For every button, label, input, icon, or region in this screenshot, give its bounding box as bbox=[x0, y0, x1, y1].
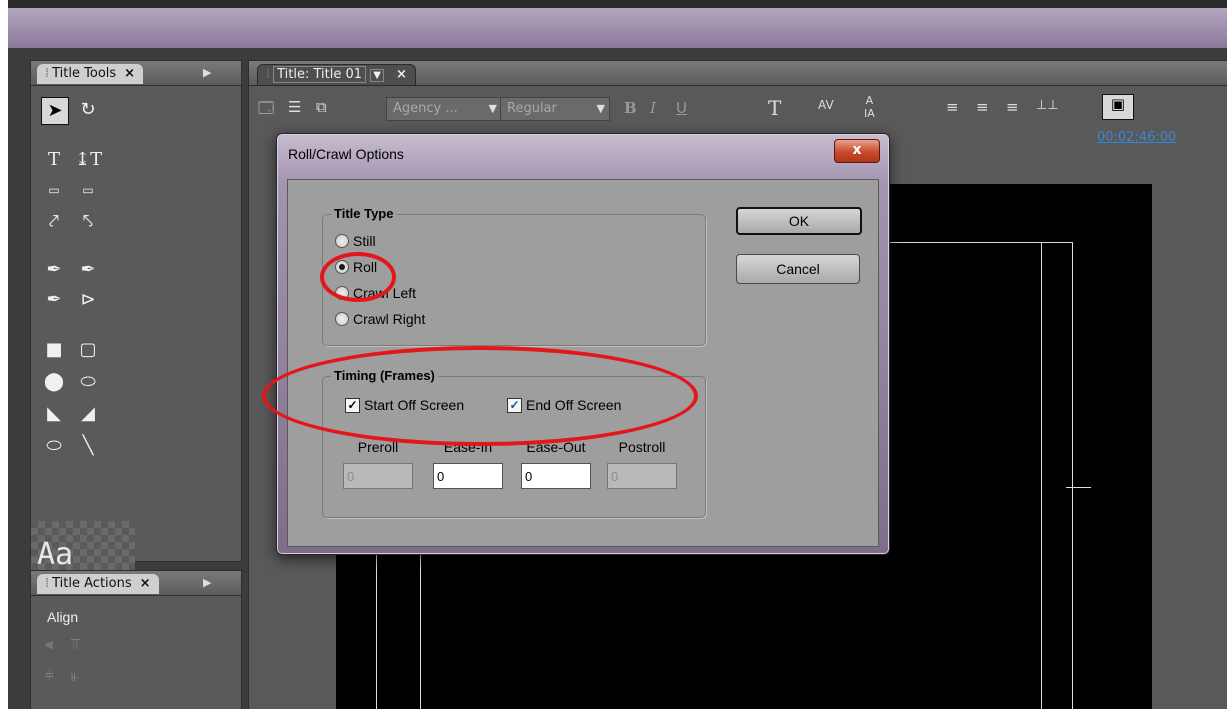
timecode-display[interactable]: 00:02:46:00 bbox=[1097, 130, 1176, 145]
close-icon[interactable]: × bbox=[124, 66, 135, 81]
wedge-tool-icon[interactable]: ◣ bbox=[41, 401, 67, 427]
type-tool-icon[interactable]: T bbox=[41, 147, 67, 173]
postroll-label: Postroll bbox=[618, 439, 666, 455]
font-family-dropdown[interactable]: Agency ... ▼ bbox=[386, 97, 502, 121]
align-right-text-icon[interactable]: ≡ bbox=[1006, 98, 1019, 116]
vertical-type-tool-icon[interactable]: ↨T bbox=[75, 147, 102, 173]
radio-still[interactable]: Still bbox=[335, 231, 376, 251]
panel-menu-icon[interactable]: ▶ bbox=[203, 576, 211, 589]
selection-tool-icon[interactable]: ➤ bbox=[41, 97, 69, 125]
rotation-tool-icon[interactable]: ↻ bbox=[75, 97, 101, 123]
arc-tool-icon[interactable]: ◢ bbox=[75, 401, 101, 427]
align-center-h-icon[interactable]: ⫩ bbox=[45, 667, 54, 685]
align-top-icon[interactable]: ⫪ bbox=[71, 635, 79, 653]
italic-icon[interactable]: I bbox=[650, 99, 656, 117]
chevron-down-icon: ▼ bbox=[488, 102, 497, 115]
rounded-corner-tool-icon[interactable]: ⬭ bbox=[75, 369, 101, 395]
radio-crawl-right[interactable]: Crawl Right bbox=[335, 309, 425, 329]
roll-crawl-options-icon[interactable]: ☰ bbox=[288, 98, 301, 116]
aa-preview-text: Aa bbox=[37, 537, 74, 572]
clipped-corner-tool-icon[interactable]: ⬤ bbox=[41, 369, 67, 395]
center-tick bbox=[1066, 487, 1091, 488]
vertical-area-type-tool-icon[interactable]: ▭ bbox=[75, 177, 101, 203]
font-style-value: Regular bbox=[507, 101, 557, 116]
tab-title-label: Title: Title 01 bbox=[273, 66, 367, 83]
close-button[interactable]: x bbox=[834, 139, 880, 163]
roll-crawl-options-dialog: Roll/Crawl Options x Title Type Still Ro… bbox=[276, 133, 890, 555]
align-center-v-icon[interactable]: ⫦ bbox=[71, 667, 79, 685]
font-size-icon[interactable]: T bbox=[768, 96, 781, 120]
radio-crawl-right-label: Crawl Right bbox=[353, 311, 426, 327]
show-background-video-icon[interactable]: ▣ bbox=[1102, 94, 1134, 120]
leading-icon[interactable]: A IA bbox=[864, 94, 875, 120]
align-label: Align bbox=[47, 609, 79, 625]
title-actions-panel: ⁞ Title Actions × ▶ Align ⫷ ⫪ ⫩ ⫦ bbox=[30, 570, 242, 709]
cancel-button[interactable]: Cancel bbox=[736, 254, 860, 284]
title-tools-tabbar: ⁞ Title Tools × ▶ bbox=[31, 61, 241, 86]
ellipse-tool-icon[interactable]: ⬭ bbox=[41, 433, 67, 459]
area-type-tool-icon[interactable]: ▭ bbox=[41, 177, 67, 203]
tab-stops-icon[interactable]: ⊥⊥ bbox=[1036, 98, 1059, 113]
radio-button[interactable] bbox=[335, 312, 349, 326]
radio-still-label: Still bbox=[353, 233, 376, 249]
add-anchor-tool-icon[interactable]: ✒ bbox=[41, 287, 67, 313]
radio-button[interactable] bbox=[335, 234, 349, 248]
vertical-path-type-tool-icon[interactable]: ⤣ bbox=[75, 209, 101, 235]
rectangle-tool-icon[interactable]: ■ bbox=[41, 337, 67, 363]
title-actions-tabbar: ⁞ Title Actions × ▶ bbox=[31, 571, 241, 596]
premiere-titler-window: ⁞ Title Tools × ▶ ➤ ↻ T ↨T ▭ ▭ ⤤ ⤣ ✒ ✒ ✒ ⊳… bbox=[8, 0, 1227, 709]
align-left-text-icon[interactable]: ≡ bbox=[946, 98, 959, 116]
align-left-icon[interactable]: ⫷ bbox=[45, 635, 53, 653]
convert-anchor-tool-icon[interactable]: ⊳ bbox=[75, 287, 101, 313]
underline-icon[interactable]: U bbox=[676, 99, 687, 117]
title-type-label: Title Type bbox=[331, 206, 397, 221]
tab-title-tools-label: Title Tools bbox=[52, 66, 117, 81]
pen-tool-icon[interactable]: ✒ bbox=[41, 257, 67, 283]
dialog-title: Roll/Crawl Options bbox=[288, 146, 404, 162]
title-panel-tabbar: ⁞ Title: Title 01 ▼ × bbox=[249, 61, 1227, 86]
ok-button[interactable]: OK bbox=[736, 207, 862, 235]
bold-icon[interactable]: B bbox=[624, 99, 637, 117]
panel-menu-icon[interactable]: ▶ bbox=[203, 66, 211, 79]
close-icon[interactable]: × bbox=[140, 576, 151, 591]
window-title-bar bbox=[8, 0, 1227, 48]
ease-out-field[interactable]: 0 bbox=[521, 463, 591, 489]
tab-title-tools[interactable]: ⁞ Title Tools × bbox=[37, 64, 144, 84]
title-tools-panel: ⁞ Title Tools × ▶ ➤ ↻ T ↨T ▭ ▭ ⤤ ⤣ ✒ ✒ ✒ ⊳… bbox=[30, 60, 242, 589]
ease-in-field[interactable]: 0 bbox=[433, 463, 503, 489]
chevron-down-icon: ▼ bbox=[596, 102, 605, 115]
tab-title-actions-label: Title Actions bbox=[52, 576, 132, 591]
tab-title-actions[interactable]: ⁞ Title Actions × bbox=[37, 574, 159, 594]
align-center-text-icon[interactable]: ≡ bbox=[976, 98, 989, 116]
annotation-ellipse-timing bbox=[262, 346, 698, 446]
rounded-rectangle-tool-icon[interactable]: ▢ bbox=[75, 337, 101, 363]
preroll-field: 0 bbox=[343, 463, 413, 489]
templates-icon[interactable]: ⧉ bbox=[316, 98, 327, 116]
delete-anchor-tool-icon[interactable]: ✒ bbox=[75, 257, 101, 283]
font-style-dropdown[interactable]: Regular ▼ bbox=[500, 97, 610, 121]
kerning-icon[interactable]: AV bbox=[818, 98, 834, 112]
new-title-icon[interactable]: 🗔 bbox=[258, 98, 274, 123]
line-tool-icon[interactable]: ╲ bbox=[75, 433, 101, 459]
path-type-tool-icon[interactable]: ⤤ bbox=[41, 209, 67, 235]
font-family-value: Agency ... bbox=[393, 101, 458, 116]
tab-title-01[interactable]: ⁞ Title: Title 01 ▼ × bbox=[257, 64, 416, 86]
annotation-circle-roll bbox=[320, 252, 396, 302]
close-icon[interactable]: × bbox=[396, 67, 407, 82]
postroll-field: 0 bbox=[607, 463, 677, 489]
tab-dropdown-icon[interactable]: ▼ bbox=[370, 69, 384, 82]
